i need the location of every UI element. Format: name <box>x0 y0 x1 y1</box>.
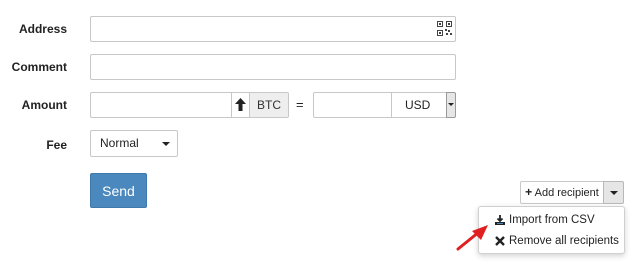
fiat-currency-value: USD <box>405 98 431 112</box>
menu-item-label: Remove all recipients <box>509 235 619 247</box>
fiat-currency-select[interactable]: USD <box>391 92 447 118</box>
arrow-up-icon <box>235 98 246 111</box>
fee-label: Fee <box>46 138 67 152</box>
import-icon <box>494 210 506 230</box>
amount-label: Amount <box>21 98 67 112</box>
add-recipient-button[interactable]: + Add recipient <box>520 181 604 204</box>
remove-icon <box>494 231 506 251</box>
address-label: Address <box>18 22 67 36</box>
caret-down-icon <box>448 103 454 106</box>
equals-sign: = <box>296 97 304 112</box>
caret-down-icon <box>610 191 618 195</box>
comment-input[interactable] <box>90 54 456 80</box>
menu-item-import-csv[interactable]: Import from CSV <box>479 210 624 230</box>
qr-code-icon[interactable] <box>437 21 452 36</box>
annotation-arrow <box>455 222 491 252</box>
comment-label: Comment <box>11 60 67 74</box>
amount-crypto-input[interactable] <box>90 92 232 118</box>
add-recipient-menu: Import from CSV Remove all recipients <box>478 206 625 254</box>
add-recipient-label: Add recipient <box>534 187 599 199</box>
address-input[interactable] <box>90 16 456 42</box>
amount-fiat-input[interactable] <box>313 92 392 118</box>
fee-select-value: Normal <box>100 136 139 150</box>
menu-item-label: Import from CSV <box>509 214 595 226</box>
caret-down-icon <box>162 142 170 146</box>
fee-select[interactable]: Normal <box>90 130 178 157</box>
send-button[interactable]: Send <box>90 173 147 208</box>
crypto-unit-addon: BTC <box>249 92 289 118</box>
fiat-currency-dropdown-button[interactable] <box>446 92 456 118</box>
add-recipient-dropdown-toggle[interactable] <box>603 181 624 204</box>
swap-direction-button[interactable] <box>231 92 250 118</box>
menu-item-remove-all[interactable]: Remove all recipients <box>479 231 624 251</box>
plus-icon: + <box>525 185 533 199</box>
